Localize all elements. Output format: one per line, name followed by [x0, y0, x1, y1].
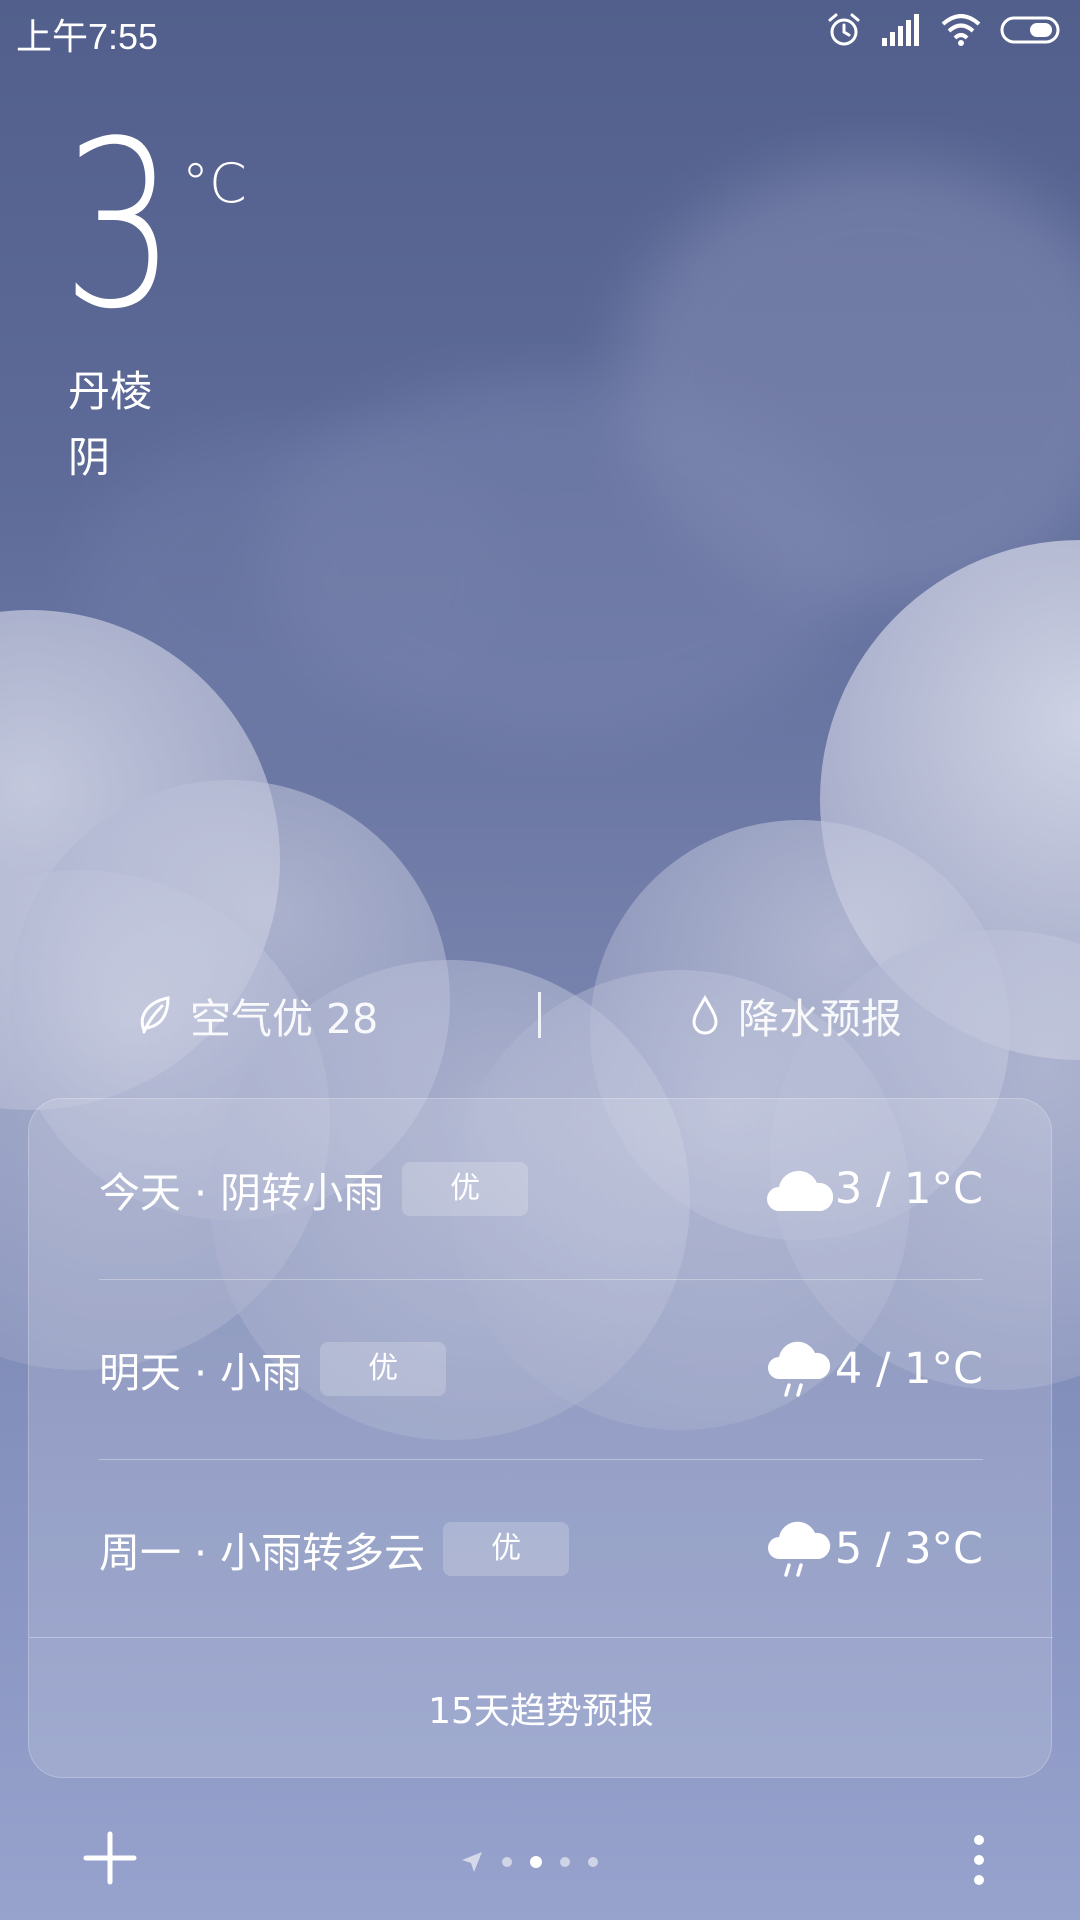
aqi-badge: 优: [402, 1162, 529, 1216]
alarm-icon: [828, 13, 860, 46]
temperature-range: 3 / 1°C: [834, 1164, 983, 1214]
forecast-card: 今天 · 阴转小雨 优 3 / 1°C 明天 · 小雨 优 4 / 1°C 周一: [28, 1098, 1053, 1778]
status-time: 上午7:55: [16, 16, 159, 57]
day-label: 周一 · 小雨转多云: [99, 1529, 426, 1577]
aqi-badge: 优: [320, 1342, 447, 1396]
current-temperature: 3 °C: [62, 112, 362, 342]
plus-icon[interactable]: [82, 1830, 138, 1886]
forecast-row-tomorrow[interactable]: 明天 · 小雨 优 4 / 1°C: [99, 1279, 983, 1459]
battery-icon: [1000, 16, 1060, 44]
city-name[interactable]: 丹棱: [68, 358, 152, 419]
precipitation-label: 降水预报: [738, 995, 902, 1043]
air-quality-label: 空气优 28: [190, 995, 379, 1043]
info-row: 空气优 28 降水预报: [0, 980, 1080, 1050]
water-drop-icon: [692, 995, 718, 1035]
temperature-range: 4 / 1°C: [834, 1344, 983, 1394]
page-dot[interactable]: [588, 1857, 598, 1867]
leaf-icon: [140, 996, 170, 1034]
15-day-trend-link[interactable]: 15天趋势预报: [29, 1639, 1053, 1777]
location-arrow-icon: [462, 1852, 482, 1872]
signal-icon: [882, 14, 919, 46]
page-indicator[interactable]: [460, 1842, 598, 1882]
status-bar: 上午7:55: [0, 0, 1080, 58]
card-footer-divider: [29, 1637, 1053, 1638]
more-vertical-icon[interactable]: [970, 1832, 988, 1888]
rain-cloud-icon: [768, 1521, 831, 1577]
page-dot[interactable]: [560, 1857, 570, 1867]
cloud-icon: [767, 1170, 834, 1211]
temperature-range: 5 / 3°C: [834, 1524, 983, 1574]
page-dot-active[interactable]: [530, 1856, 542, 1868]
bottom-bar: [0, 1820, 1080, 1900]
weather-condition: 阴: [68, 433, 111, 482]
forecast-row-today[interactable]: 今天 · 阴转小雨 优 3 / 1°C: [99, 1099, 983, 1279]
air-quality-button[interactable]: 空气优 28: [136, 980, 378, 1050]
day-label: 今天 · 阴转小雨: [99, 1169, 385, 1217]
rain-cloud-icon: [768, 1341, 831, 1397]
page-dot[interactable]: [502, 1857, 512, 1867]
info-divider: [538, 992, 541, 1038]
status-icons: [826, 10, 1062, 50]
forecast-row-monday[interactable]: 周一 · 小雨转多云 优 5 / 3°C: [99, 1459, 983, 1639]
temperature-value: 3: [62, 93, 176, 360]
day-label: 明天 · 小雨: [99, 1349, 303, 1397]
aqi-badge: 优: [443, 1522, 570, 1576]
weather-screen: 上午7:55 3 °C 丹棱 阴 空气优 28 降水预报 今天 · 阴转小雨 优…: [0, 0, 1080, 1920]
precipitation-forecast-button[interactable]: 降水预报: [690, 980, 902, 1050]
temperature-unit: °C: [182, 152, 247, 215]
wifi-icon: [941, 14, 981, 46]
